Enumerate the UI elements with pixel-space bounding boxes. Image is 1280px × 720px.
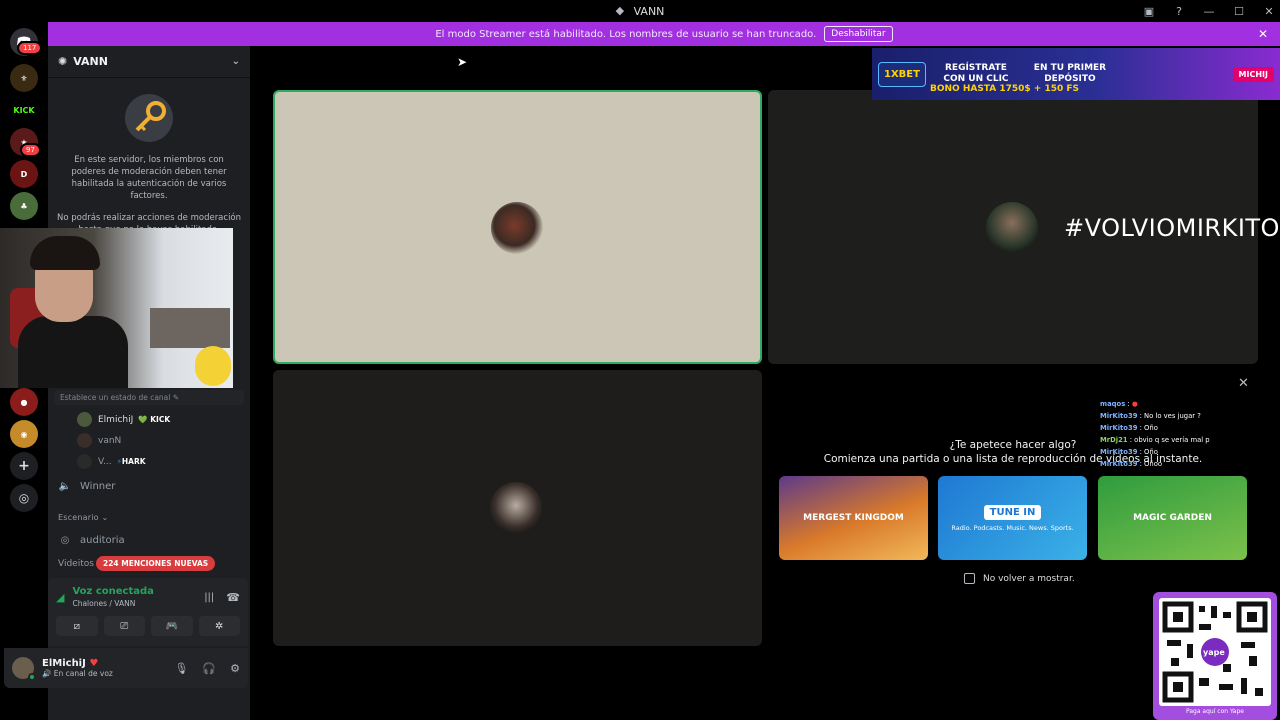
voice-member[interactable]: V... ⚡HARK [48, 451, 250, 472]
close-icon[interactable]: ✕ [1258, 5, 1280, 18]
category-stage[interactable]: Escenario ⌄ [48, 506, 250, 528]
avatar[interactable] [12, 657, 36, 681]
microphone-icon[interactable]: 🎙 [174, 662, 188, 675]
streamer-webcam [0, 228, 233, 388]
voice-member[interactable]: vanN [48, 430, 250, 451]
sponsor-logo: 1XBET [878, 61, 926, 87]
user-panel: ElMichiJ ♥ 🔊 En canal de voz 🎙 🎧 ⚙ [4, 648, 248, 688]
avatar [77, 433, 92, 448]
soundboard-button[interactable]: ✲ [198, 616, 240, 636]
chat-message: maqos : ● [1100, 400, 1138, 408]
help-icon[interactable]: ? [1168, 5, 1190, 18]
camera-off-button[interactable]: ⧄ [56, 616, 98, 636]
explore-servers-icon[interactable]: ◎ [10, 484, 38, 512]
stage-icon: ◎ [60, 534, 70, 546]
streamer-mode-banner: El modo Streamer está habilitado. Los no… [48, 22, 1280, 46]
sponsor-bonus-text: BONO HASTA 1750$ + 150 FS [930, 84, 1080, 94]
gear-icon[interactable]: ⚙ [230, 662, 240, 675]
activity-card-mergest-kingdom[interactable]: MERGEST KINGDOM [779, 476, 928, 560]
user-status: 🔊 En canal de voz [42, 669, 113, 678]
speaker-icon: 🔈 [58, 480, 72, 492]
headphones-icon[interactable]: 🎧 [202, 662, 216, 675]
online-status-dot [28, 673, 36, 681]
title-bar: ◆ VANN ▣ ? — ☐ ✕ [0, 0, 1280, 22]
minimize-icon[interactable]: — [1198, 5, 1220, 18]
sponsor-brand: MICHIJ [1232, 66, 1274, 82]
server-icon-5[interactable]: ♣ [10, 192, 38, 220]
voice-member[interactable]: ElmichiJ 💚 KICK [48, 409, 250, 430]
username[interactable]: ElMichiJ ♥ [42, 658, 113, 669]
server-unread-badge: 97 [20, 143, 41, 157]
server-icon-7[interactable]: ◉ [10, 420, 38, 448]
qr-caption: Paga aquí con Yape [1186, 708, 1244, 715]
video-tile[interactable] [273, 370, 762, 646]
voice-status-title[interactable]: Voz conectada [72, 586, 153, 597]
activity-card-magic-garden[interactable]: MAGIC GARDEN [1098, 476, 1247, 560]
voice-channel-members: Establece un estado de canal ✎ ElmichiJ … [48, 390, 250, 576]
activity-card-tunein[interactable]: TUNE IN Radio. Podcasts. Music. News. Sp… [938, 476, 1087, 560]
activities-button[interactable]: 🎮 [151, 616, 193, 636]
stream-chat-overlay: maqos : ● MirKito39 : No lo ves jugar ? … [1100, 398, 1250, 470]
new-mentions-badge[interactable]: 224 MENCIONES NUEVAS [96, 556, 216, 571]
signal-icon: ◢ [56, 590, 65, 604]
avatar [77, 454, 92, 469]
streamer-mode-message: El modo Streamer está habilitado. Los no… [435, 28, 817, 40]
mouse-cursor-icon: ➤ [457, 55, 468, 69]
chat-message: MirKito39 : Oño [1100, 448, 1158, 456]
screen-share-button[interactable]: ⎚ [103, 616, 145, 636]
window-title: VANN [633, 4, 665, 18]
gamepad-icon: 🎮 [165, 620, 178, 632]
dont-show-again-checkbox[interactable]: No volver a mostrar. [964, 573, 1075, 584]
server-icon-kick[interactable]: KICK [10, 96, 38, 124]
stream-hashtag: #VOLVIOMIRKITO [1064, 214, 1280, 242]
key-icon [125, 94, 173, 142]
chevron-down-icon: ⌄ [231, 56, 240, 67]
chat-message: MirKito39 : Oñoo [1100, 460, 1163, 468]
avatar [986, 202, 1038, 254]
chat-message: MrDj21 : obvio q se vería mal p [1100, 436, 1210, 444]
server-settings-icon: ✺ [58, 55, 68, 68]
add-server-icon[interactable]: + [10, 452, 38, 480]
yape-qr-code: yape Paga aquí con Yape [1153, 592, 1277, 720]
disable-streamer-mode-button[interactable]: Deshabilitar [824, 26, 893, 42]
server-icon-6[interactable]: ● [10, 388, 38, 416]
inbox-icon[interactable]: ▣ [1138, 5, 1160, 18]
avatar [491, 202, 543, 254]
mfa-notice-text: En este servidor, los miembros con poder… [71, 155, 227, 201]
avatar [490, 482, 542, 534]
dm-unread-badge: 117 [17, 41, 43, 55]
avatar [77, 412, 92, 427]
checkbox[interactable] [964, 573, 975, 584]
chat-message: MirKito39 : No lo ves jugar ? [1100, 412, 1201, 420]
close-icon[interactable]: ✕ [1238, 376, 1249, 391]
noise-suppression-icon[interactable]: ||| [204, 592, 214, 603]
camera-off-icon: ⧄ [73, 620, 80, 632]
window-controls: ▣ ? — ☐ ✕ [1130, 0, 1280, 22]
disconnect-icon[interactable]: ☎ [226, 591, 240, 604]
video-tile-speaking[interactable] [273, 90, 762, 364]
soundboard-icon: ✲ [215, 620, 224, 632]
channel-auditoria[interactable]: ◎ auditoria [48, 528, 250, 552]
screen-share-icon: ⎚ [120, 620, 129, 632]
close-banner-icon[interactable]: ✕ [1258, 27, 1268, 41]
server-name: VANN [73, 55, 108, 68]
maximize-icon[interactable]: ☐ [1228, 5, 1250, 18]
voice-connection-panel: ◢ Voz conectada Chalones / VANN ||| ☎ ⧄ … [48, 578, 248, 646]
channel-winner[interactable]: 🔈 Winner [48, 474, 250, 498]
kick-badge: 💚 KICK [138, 415, 171, 424]
voice-channel-path[interactable]: Chalones / VANN [72, 599, 153, 608]
sponsor-text: EN TU PRIMER DEPÓSITO [1033, 63, 1107, 84]
chat-message: MirKito39 : Oño [1100, 424, 1158, 432]
set-channel-status[interactable]: Establece un estado de canal ✎ [54, 390, 244, 405]
server-icon: ◆ [615, 4, 625, 17]
hark-badge: ⚡HARK [116, 457, 146, 466]
sponsor-text: REGÍSTRATE CON UN CLIC [943, 63, 1009, 84]
server-icon-4[interactable]: D [10, 160, 38, 188]
yape-logo: yape [1203, 648, 1225, 657]
server-icon-1[interactable]: ⚜ [10, 64, 38, 92]
server-header[interactable]: ✺ VANN ⌄ [48, 46, 250, 78]
